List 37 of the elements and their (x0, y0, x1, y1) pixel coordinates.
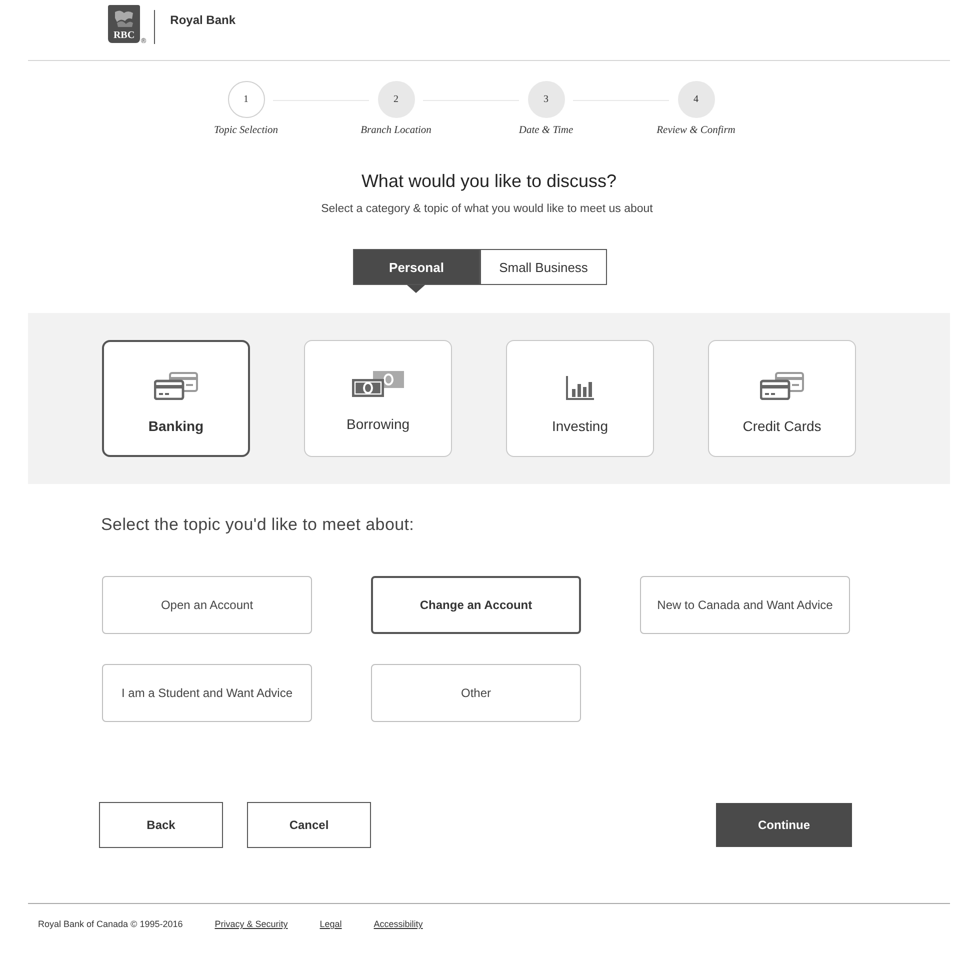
pointer-icon (407, 285, 425, 293)
step-number: 1 (228, 81, 264, 118)
credit-cards-icon (154, 372, 198, 400)
category-card[interactable]: Borrowing (304, 340, 452, 457)
nav-button[interactable]: Cancel (247, 802, 371, 848)
step-number: 3 (528, 81, 564, 118)
category-card[interactable]: Banking (102, 340, 250, 457)
topic-option[interactable]: Change an Account (371, 576, 581, 634)
topic-option[interactable]: Open an Account (102, 576, 312, 634)
step-label: Review & Confirm (656, 125, 736, 136)
bar-chart-icon (566, 376, 594, 400)
step-label: Branch Location (360, 125, 432, 136)
step-number: 2 (378, 81, 414, 118)
page-subheading: Select a category & topic of what you would like to meet us about (321, 202, 653, 216)
segment-tab[interactable]: Personal (353, 249, 480, 285)
brand-name: Royal Bank (170, 13, 236, 27)
step-label: Date & Time (518, 125, 574, 136)
page-heading: What would you like to discuss? (361, 170, 617, 192)
topic-option[interactable]: New to Canada and Want Advice (640, 576, 850, 634)
copyright-text: Royal Bank of Canada © 1995-2016 (38, 918, 183, 930)
category-card[interactable]: Credit Cards (708, 340, 856, 457)
topic-option[interactable]: Other (371, 664, 581, 722)
footer-link[interactable]: Legal (320, 918, 342, 930)
topic-prompt: Select the topic you'd like to meet about: (101, 515, 414, 535)
nav-button[interactable]: Back (99, 802, 223, 848)
step-label: Topic Selection (214, 125, 278, 136)
footer-link[interactable]: Accessibility (374, 918, 423, 930)
credit-cards-icon (760, 372, 804, 400)
topic-option[interactable]: I am a Student and Want Advice (102, 664, 312, 722)
category-card[interactable]: Investing (506, 340, 654, 457)
continue-button[interactable]: Continue (716, 803, 852, 847)
emblem-icon (112, 9, 136, 29)
step-number: 4 (678, 81, 714, 118)
banknotes-icon (351, 370, 405, 398)
logo-text: RBC (113, 30, 135, 42)
segment-tab[interactable]: Small Business (480, 249, 607, 285)
footer-link[interactable]: Privacy & Security (214, 918, 288, 930)
